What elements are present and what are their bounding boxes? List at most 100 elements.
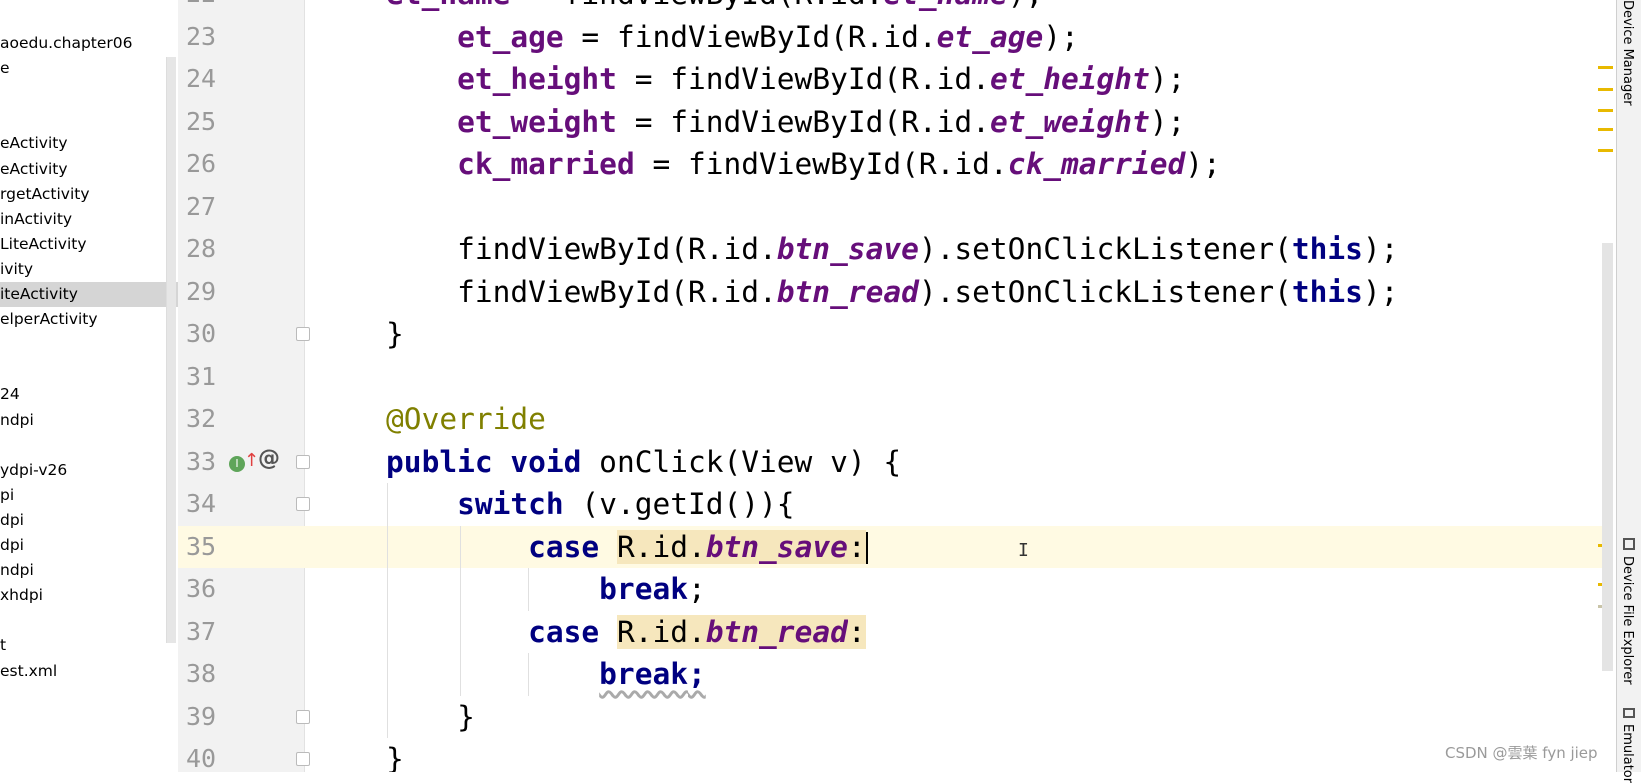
tree-item[interactable]: ivity: [0, 257, 178, 282]
error-stripe-marker[interactable]: [1598, 149, 1613, 152]
device-file-explorer-tab[interactable]: Device File Explorer: [1620, 556, 1635, 685]
line-number: 32: [186, 404, 217, 434]
tree-item[interactable]: ndpi: [0, 558, 178, 583]
code-line[interactable]: case R.id.btn_read:: [315, 611, 866, 653]
watermark: CSDN @雲葉 fyn jiep: [1445, 744, 1598, 762]
implements-icon[interactable]: I: [229, 456, 245, 472]
text-caret: [865, 532, 868, 565]
code-token: btn_save: [705, 529, 848, 564]
code-line[interactable]: public void onClick(View v) {: [315, 441, 901, 483]
code-line[interactable]: ck_married = findViewById(R.id.ck_marrie…: [315, 143, 1221, 185]
code-token: btn_read: [776, 274, 919, 309]
tree-item[interactable]: dpi: [0, 533, 178, 558]
tree-item[interactable]: aoedu.chapter06: [0, 31, 178, 56]
code-token: );: [1149, 62, 1186, 97]
code-token: }: [315, 317, 404, 352]
tree-item[interactable]: t: [0, 633, 178, 658]
project-tree-scrollbar[interactable]: [166, 57, 176, 643]
editor-scrollbar[interactable]: [1602, 243, 1613, 671]
tree-item[interactable]: 24: [0, 382, 178, 407]
tree-item[interactable]: ndpi: [0, 408, 178, 433]
error-stripe-marker[interactable]: [1598, 128, 1613, 131]
code-line[interactable]: et_height = findViewById(R.id.et_height)…: [315, 58, 1185, 100]
fold-marker-icon[interactable]: [296, 709, 310, 724]
fold-marker-icon[interactable]: [296, 752, 310, 767]
code-token: @Override: [386, 402, 546, 437]
code-token: ;: [687, 572, 706, 607]
tree-item[interactable]: e: [0, 56, 178, 81]
line-number: 28: [186, 234, 217, 264]
tree-item[interactable]: rgetActivity: [0, 182, 178, 207]
code-line[interactable]: @Override: [315, 398, 546, 440]
line-number: 31: [186, 361, 217, 391]
code-line[interactable]: et_name = findViewById(R.id.et_name);: [315, 0, 1043, 15]
code-token: et_age: [457, 19, 564, 54]
error-stripe-marker[interactable]: [1598, 88, 1613, 91]
tree-item[interactable]: iteActivity: [0, 282, 178, 307]
fold-marker-icon[interactable]: [296, 497, 310, 512]
code-token: }: [315, 699, 475, 734]
code-token: );: [1362, 274, 1399, 309]
emulator-tab[interactable]: Emulator: [1620, 724, 1635, 783]
tree-item[interactable]: LiteActivity: [0, 232, 178, 257]
fold-marker-icon[interactable]: [296, 327, 310, 342]
device-manager-tab[interactable]: Device Manager: [1620, 0, 1635, 106]
tree-item[interactable]: xhdpi: [0, 583, 178, 608]
device-file-explorer-icon: [1623, 538, 1635, 550]
emulator-icon: [1623, 708, 1635, 718]
indent-guide: [387, 483, 388, 739]
code-token: break: [599, 572, 688, 607]
line-number: 25: [186, 106, 217, 136]
code-token: btn_save: [776, 232, 919, 267]
tree-item[interactable]: eActivity: [0, 157, 178, 182]
code-line[interactable]: et_weight = findViewById(R.id.et_weight)…: [315, 101, 1185, 143]
code-line[interactable]: }: [315, 313, 404, 355]
tree-item[interactable]: dpi: [0, 508, 178, 533]
error-stripe-marker[interactable]: [1598, 66, 1613, 69]
line-number: 37: [186, 616, 217, 646]
code-token: );: [1008, 0, 1044, 11]
fold-marker-icon[interactable]: [296, 454, 310, 469]
line-number: 30: [186, 319, 217, 349]
code-token: = findViewById(R.id.: [563, 19, 937, 54]
code-token: = findViewById(R.id.: [616, 62, 990, 97]
code-token: );: [1149, 104, 1186, 139]
tree-item[interactable]: pi: [0, 483, 178, 508]
code-line[interactable]: }: [315, 696, 475, 738]
code-line[interactable]: et_age = findViewById(R.id.et_age);: [315, 16, 1079, 58]
code-editor[interactable]: et_name = findViewById(R.id.et_name); et…: [305, 0, 1602, 772]
code-line[interactable]: findViewById(R.id.btn_save).setOnClickLi…: [315, 228, 1398, 270]
code-line[interactable]: break;: [315, 653, 706, 695]
line-number: 27: [186, 191, 217, 221]
override-up-arrow-icon[interactable]: ↑: [244, 450, 259, 471]
code-line[interactable]: findViewById(R.id.btn_read).setOnClickLi…: [315, 271, 1398, 313]
code-token: :: [847, 614, 866, 649]
line-number: 40: [186, 744, 217, 774]
code-token: (v.getId()){: [563, 487, 795, 522]
tree-item[interactable]: ydpi-v26: [0, 458, 178, 483]
line-number: 24: [186, 64, 217, 94]
code-line[interactable]: }: [315, 738, 404, 772]
line-number: 26: [186, 149, 217, 179]
code-token: this: [1291, 274, 1363, 309]
code-line[interactable]: case R.id.btn_save:: [315, 526, 868, 568]
code-token: findViewById(R.id.: [315, 232, 777, 267]
tree-item[interactable]: elperActivity: [0, 307, 178, 332]
line-number: 35: [186, 531, 217, 561]
text-cursor-ibeam-icon: I: [1018, 540, 1029, 561]
error-stripe-marker[interactable]: [1598, 109, 1613, 112]
code-line[interactable]: break;: [315, 568, 706, 610]
at-annotation-icon[interactable]: @: [258, 446, 280, 471]
tree-item[interactable]: est.xml: [0, 659, 178, 684]
tree-item[interactable]: eActivity: [0, 131, 178, 156]
tree-item[interactable]: inActivity: [0, 207, 178, 232]
right-tool-strip: Device Manager Device File Explorer Emul…: [1616, 0, 1641, 783]
code-token: case: [528, 529, 600, 564]
